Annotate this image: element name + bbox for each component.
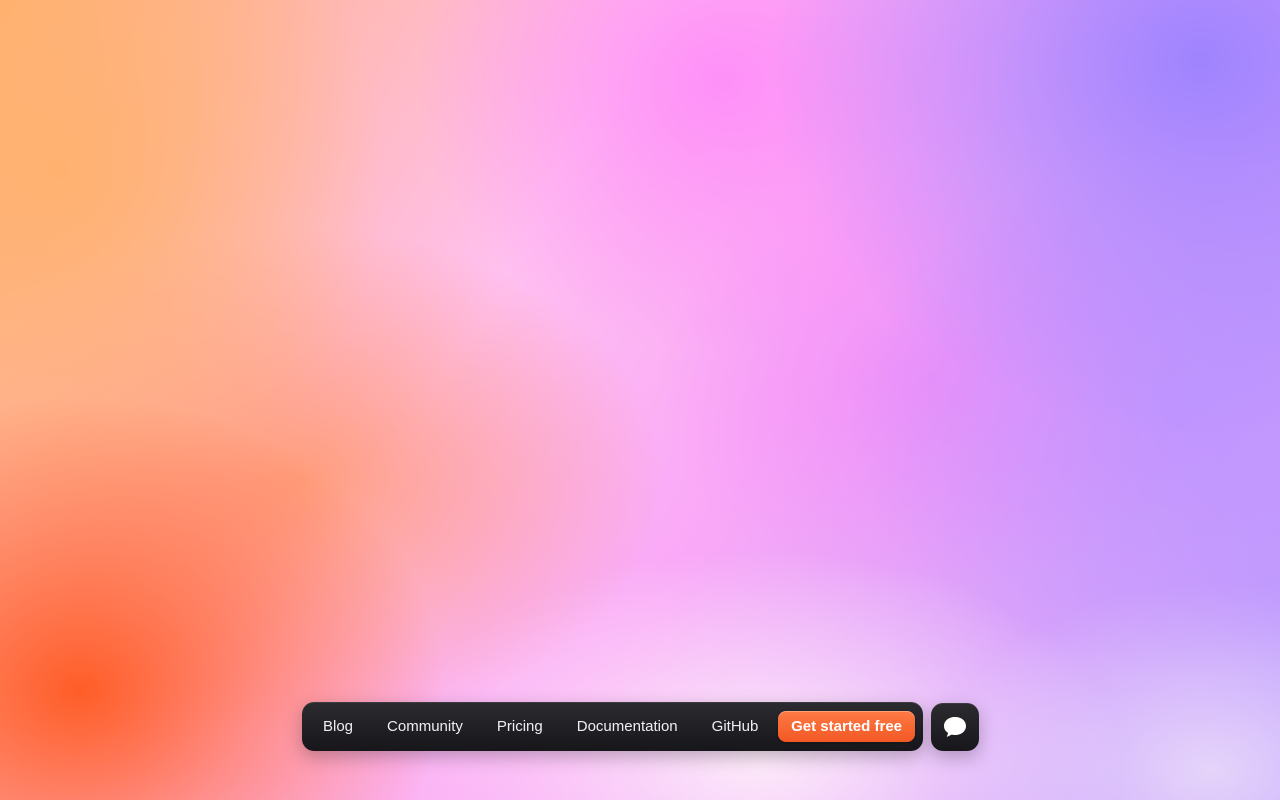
nav-link-pricing[interactable]: Pricing [480, 702, 560, 751]
nav-link-community[interactable]: Community [370, 702, 480, 751]
get-started-button[interactable]: Get started free [778, 711, 915, 742]
chat-bubble-icon [944, 717, 966, 737]
nav-link-blog[interactable]: Blog [306, 702, 370, 751]
nav-link-github[interactable]: GitHub [695, 702, 776, 751]
bottom-navbar: Blog Community Pricing Documentation Git… [302, 702, 923, 751]
chat-button[interactable] [931, 703, 979, 751]
gradient-background [0, 0, 1280, 800]
nav-link-documentation[interactable]: Documentation [560, 702, 695, 751]
